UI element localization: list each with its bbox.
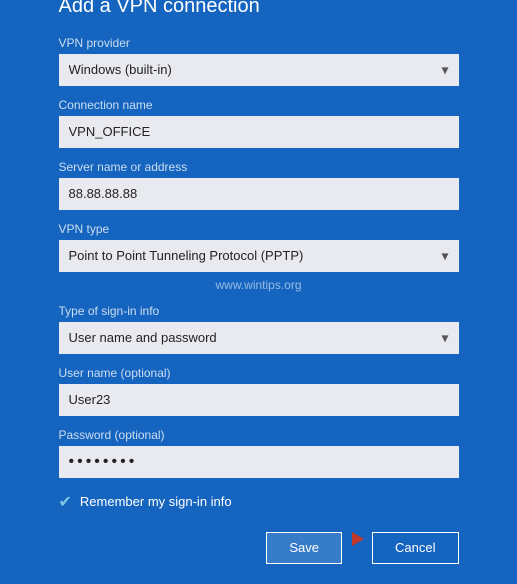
connection-name-label: Connection name	[59, 98, 459, 112]
username-input[interactable]	[59, 384, 459, 416]
button-row: Save Cancel	[59, 532, 459, 564]
dialog-title: Add a VPN connection	[59, 0, 459, 18]
vpn-provider-select[interactable]: Windows (built-in)	[59, 54, 459, 86]
vpn-provider-label: VPN provider	[59, 36, 459, 50]
remember-row: ✔ Remember my sign-in info	[59, 492, 459, 512]
vpn-type-select[interactable]: Point to Point Tunneling Protocol (PPTP)	[59, 240, 459, 272]
server-label: Server name or address	[59, 160, 459, 174]
username-label: User name (optional)	[59, 366, 459, 380]
cancel-button[interactable]: Cancel	[372, 532, 458, 564]
save-button[interactable]: Save	[266, 532, 342, 564]
signin-type-wrapper: User name and password	[59, 322, 459, 354]
vpn-dialog: Add a VPN connection VPN provider Window…	[29, 0, 489, 584]
password-input[interactable]	[59, 446, 459, 478]
remember-label: Remember my sign-in info	[80, 494, 232, 509]
connection-name-input[interactable]	[59, 116, 459, 148]
password-label: Password (optional)	[59, 428, 459, 442]
vpn-type-label: VPN type	[59, 222, 459, 236]
arrow-icon	[352, 532, 364, 546]
server-input[interactable]	[59, 178, 459, 210]
remember-check-icon: ✔	[59, 492, 72, 512]
signin-type-select[interactable]: User name and password	[59, 322, 459, 354]
signin-type-label: Type of sign-in info	[59, 304, 459, 318]
vpn-type-wrapper: Point to Point Tunneling Protocol (PPTP)	[59, 240, 459, 272]
watermark: www.wintips.org	[59, 278, 459, 292]
vpn-provider-wrapper: Windows (built-in)	[59, 54, 459, 86]
